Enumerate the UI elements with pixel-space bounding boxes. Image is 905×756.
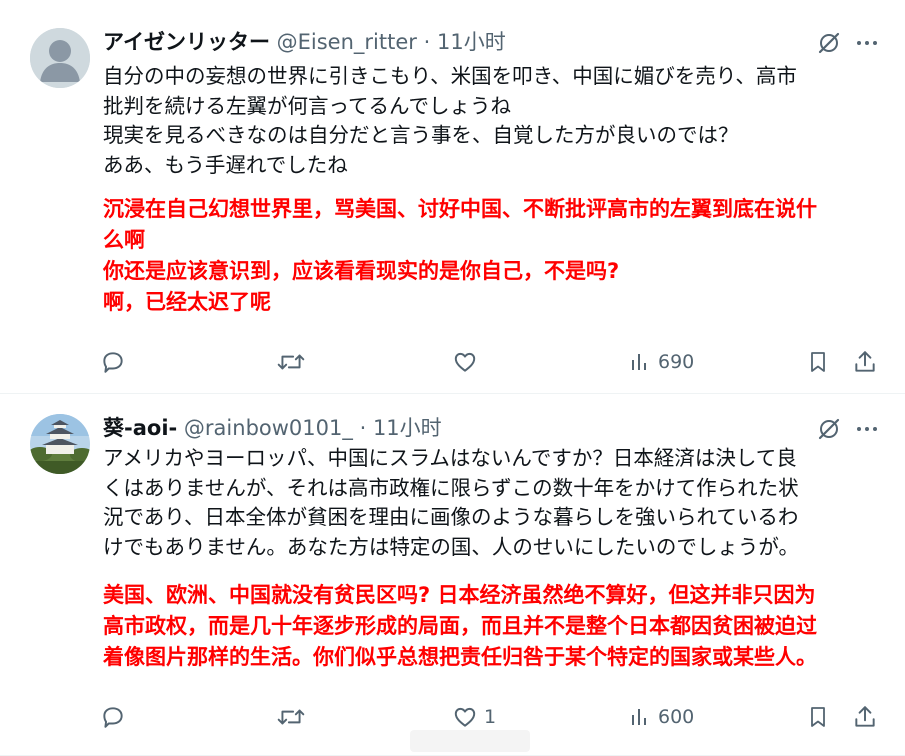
views-button[interactable]: 690 [628,344,694,380]
translation-line: 高市政权，而是几十年逐步形成的局面，而且并不是整个日本都因贫困被迫过 [103,614,817,638]
more-icon[interactable] [855,31,879,55]
tweet-text-line: 現実を見るべきなのは自分だと言う事を、自覚した方が良いのでは？ [103,123,739,147]
tweet-text-line: くはありませんが、それは高市政権に限らずこの数十年をかけて作られた状 [103,475,799,500]
share-icon [855,706,875,727]
bookmark-icon [811,707,825,727]
user-handle[interactable]: @Eisen_ritter [277,30,417,54]
translation-line: 着像图片那样的生活。你们似乎总想把责任归咎于某个特定的国家或某些人。 [103,645,817,669]
tweet[interactable]: アイゼンリッター @Eisen_ritter · 11小时 自分の中の妄想の世界… [0,0,905,393]
retweet-icon [277,709,305,725]
separator-dot: · [423,30,431,54]
views-icon [632,354,646,370]
views-button[interactable]: 600 [628,699,694,735]
translation-line: 啊，已经太迟了呢 [103,290,271,314]
translation-line: 你还是应该意识到，应该看看现实的是你自己，不是吗? [103,259,620,283]
display-name[interactable]: アイゼンリッター [103,30,270,54]
translation-line: 沉浸在自己幻想世界里，骂美国、讨好中国、不断批评高市的左翼到底在说什 [103,197,817,221]
tweet-text-line: 況であり、日本全体が貧困を理由に画像のような暮らしを強いられているわ [103,505,799,529]
bookmark-button[interactable] [806,699,830,735]
retweet-icon [277,354,305,370]
retweet-button[interactable] [276,344,312,380]
bookmark-icon [811,352,825,372]
share-icon [855,351,875,372]
views-count: 600 [658,706,695,728]
tweet-text: 自分の中の妄想の世界に引きこもり、米国を叩き、中国に媚びを売り、高市 批判を続け… [103,62,883,180]
user-handle[interactable]: @rainbow0101_ [184,416,353,440]
tweet-top-actions [817,28,879,58]
separator-dot: · [359,416,367,440]
tweet-text-line: 批判を続ける左翼が何言ってるんでしょうね [103,93,511,118]
like-button[interactable] [452,344,484,380]
views-icon [632,709,646,725]
timestamp[interactable]: 11小时 [437,30,506,54]
tweet-text-line: 自分の中の妄想の世界に引きこもり、米国を叩き、中国に媚びを売り、高市 [103,64,797,88]
display-name[interactable]: 葵-aoi- [103,416,177,440]
more-icon[interactable] [855,417,879,441]
default-avatar-icon [30,28,90,88]
tweet-header: アイゼンリッター @Eisen_ritter · 11小时 [103,27,506,57]
reply-button[interactable] [100,344,132,380]
like-icon [454,707,476,727]
like-count: 1 [484,706,497,728]
like-icon [454,352,476,372]
grok-icon[interactable] [817,31,841,55]
tweet[interactable]: 葵-aoi- @rainbow0101_ · 11小时 アメリカやヨーロッパ、中… [0,394,905,756]
retweet-button[interactable] [276,699,312,735]
avatar[interactable] [30,414,90,474]
action-bar: 690 [100,344,890,380]
bookmark-button[interactable] [806,344,830,380]
tweet-text-line: けでもありません。あなた方は特定の国、人のせいにしたいのでしょうが。 [103,534,799,559]
reply-icon [103,352,123,373]
views-count: 690 [658,351,695,373]
translation-text: 美国、欧洲、中国就没有贫民区吗? 日本经济虽然绝不算好，但这并非只因为 高市政权… [103,580,893,673]
tweet-text-line: ああ、もう手遅れでしたね [103,152,348,177]
reply-icon [103,707,123,728]
avatar[interactable] [30,28,90,88]
translation-line: 么啊 [103,228,145,252]
tweet-text: アメリカやヨーロッパ、中国にスラムはないんですか？日本経済は決して良 くはありま… [103,444,883,562]
timestamp[interactable]: 11小时 [373,416,442,440]
tweet-top-actions [817,414,879,444]
tweet-text-line: アメリカやヨーロッパ、中国にスラムはないんですか？日本経済は決して良 [103,446,797,470]
share-button[interactable] [852,699,878,735]
translation-line: 美国、欧洲、中国就没有贫民区吗? 日本经济虽然绝不算好，但这并非只因为 [103,583,816,607]
tweet-header: 葵-aoi- @rainbow0101_ · 11小时 [103,413,442,443]
castle-avatar-image [30,414,90,474]
reply-button[interactable] [100,699,132,735]
watermark [410,730,530,752]
share-button[interactable] [852,344,878,380]
grok-icon[interactable] [817,417,841,441]
translation-text: 沉浸在自己幻想世界里，骂美国、讨好中国、不断批评高市的左翼到底在说什 么啊 你还… [103,194,893,318]
